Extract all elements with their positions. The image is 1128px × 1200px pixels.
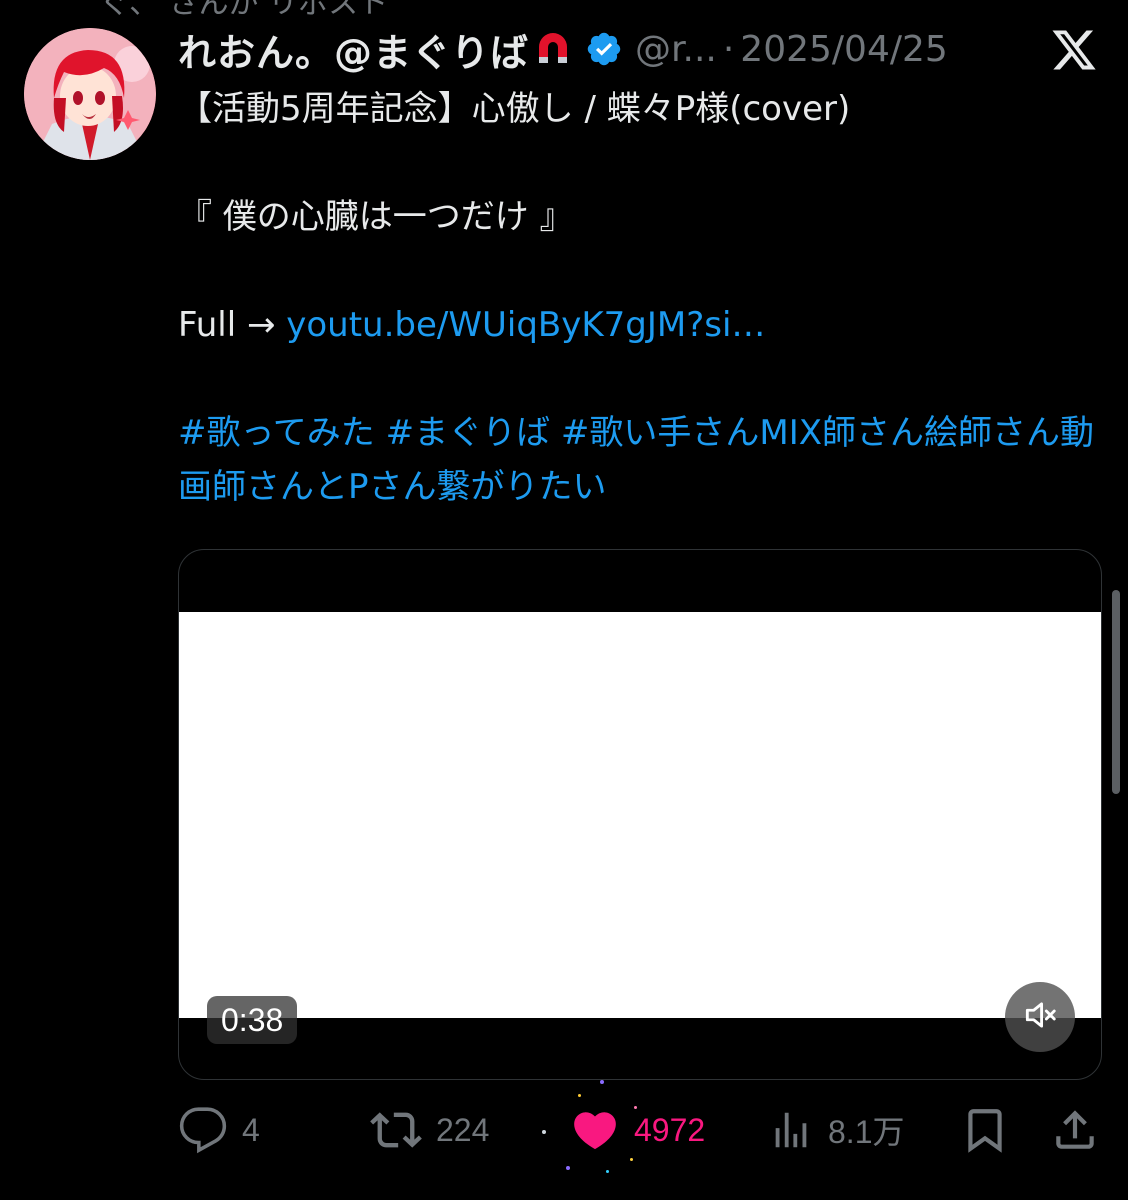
sparkle-dot [542,1130,546,1134]
video-frame[interactable] [179,612,1101,1018]
reply-icon [178,1105,228,1155]
share-button[interactable] [1050,1100,1100,1160]
bookmark-icon [960,1105,1010,1155]
share-icon [1050,1105,1100,1155]
mute-button[interactable] [1005,982,1075,1052]
tweet-detail: ぐ、 さんが リポスト れおん。@まぐりば @r... · 2025/04/25… [0,0,1128,1200]
sparkle-dot [630,1158,633,1161]
scrollbar[interactable] [1112,590,1120,794]
sparkle-dot [566,1166,570,1170]
display-name[interactable]: れおん。@まぐりば [178,22,529,77]
video-player[interactable]: 0:38 [178,549,1102,1080]
tweet-quote-line: 『 僕の心臓は一つだけ 』 [178,197,574,237]
magnet-icon [533,29,573,69]
sparkle-dot [578,1094,581,1097]
heart-icon [570,1105,620,1155]
repost-button[interactable]: 224 [370,1100,489,1160]
tweet-header: れおん。@まぐりば @r... · 2025/04/25 [178,22,948,77]
x-logo-icon [1048,26,1100,74]
tweet-title-line: 【活動5周年記念】心傲し / 蝶々P様(cover) [178,89,851,129]
separator-dot: · [722,28,735,70]
views-button[interactable]: 8.1万 [768,1100,905,1160]
post-date[interactable]: 2025/04/25 [740,29,948,70]
reply-count: 4 [242,1111,260,1148]
hashtag-list[interactable]: #歌ってみた #まぐりば #歌い手さんMIX師さん絵師さん動画師さんとPさん繋が… [178,406,1108,514]
sparkle-dot [606,1170,609,1173]
tweet-link-line: Full → youtu.be/WUiqByK7gJM?si… [178,298,1108,352]
speaker-muted-icon [1021,996,1059,1038]
repost-count: 224 [436,1111,490,1148]
social-context: ぐ、 さんが リポスト [100,0,389,21]
full-prefix: Full → [178,305,287,345]
avatar-image [24,28,156,160]
views-icon [768,1107,814,1153]
action-bar: 4 224 4972 8.1万 [178,1080,1108,1173]
sparkle-dot [634,1106,637,1109]
tweet-text: 【活動5周年記念】心傲し / 蝶々P様(cover) 『 僕の心臓は一つだけ 』… [178,82,1108,514]
repost-icon [370,1104,422,1156]
avatar[interactable] [24,28,156,160]
like-count: 4972 [634,1111,706,1148]
bookmark-button[interactable] [960,1100,1010,1160]
reply-button[interactable]: 4 [178,1100,260,1160]
views-count: 8.1万 [828,1114,905,1150]
youtube-link[interactable]: youtu.be/WUiqByK7gJM?si… [286,305,765,345]
sparkle-dot [600,1080,604,1084]
video-duration: 0:38 [207,996,298,1044]
user-handle[interactable]: @r... [635,29,717,70]
like-button[interactable]: 4972 [570,1100,705,1160]
verified-badge-icon [585,30,623,68]
